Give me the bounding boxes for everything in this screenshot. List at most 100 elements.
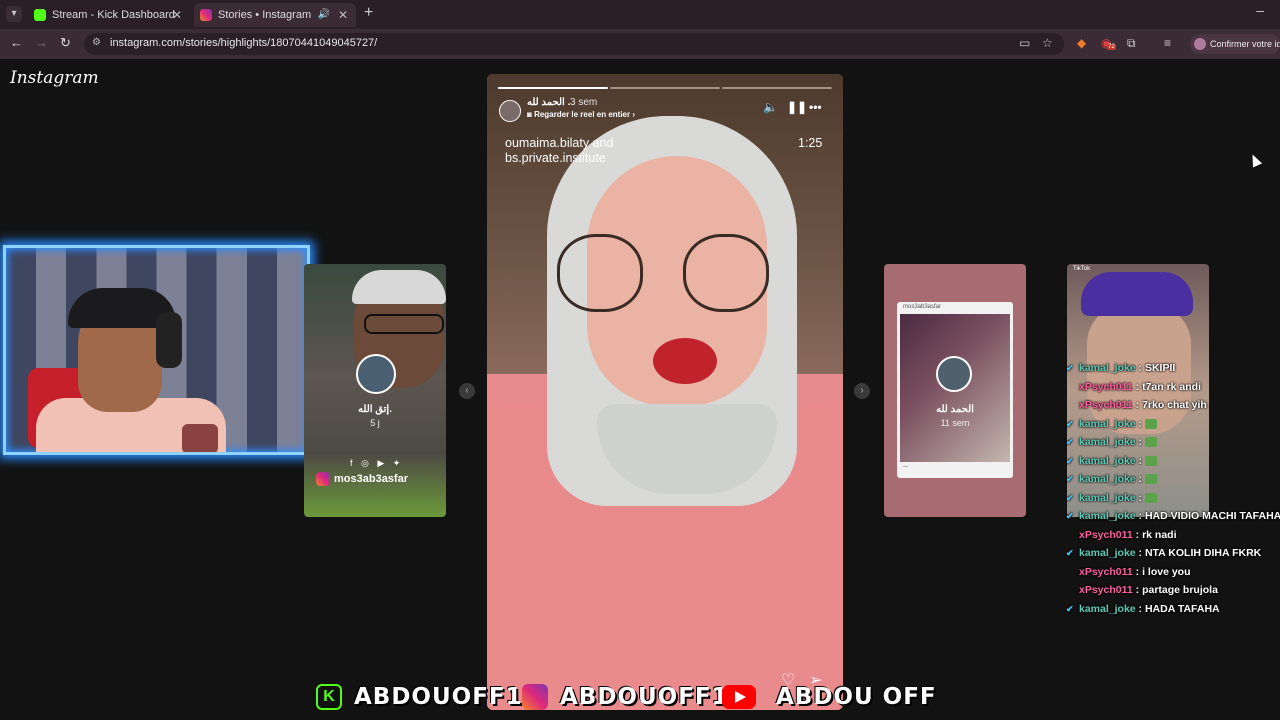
collab-line-1: oumaima.bilaty and <box>505 136 614 150</box>
chat-message: ✔ kamal_joke : <box>1066 473 1280 492</box>
tab-kick-dashboard[interactable]: Stream - Kick Dashboard ✕ <box>28 3 190 27</box>
close-tab-icon[interactable]: ✕ <box>338 3 348 27</box>
chat-text: SKIPII <box>1144 362 1176 374</box>
verified-badge-icon: ✔ <box>1066 363 1074 373</box>
story-progress-3 <box>722 87 832 89</box>
chat-username[interactable]: kamal_joke <box>1079 547 1136 559</box>
shared-post-username: mos3ab3asfar <box>903 304 942 310</box>
kick-handle: ABDOUOFF1 <box>354 684 523 710</box>
audio-playing-icon[interactable]: 🔊 <box>318 3 330 27</box>
card-photo-glasses <box>364 314 444 334</box>
next-story-arrow-icon[interactable]: › <box>854 383 870 399</box>
chat-separator: : <box>1135 473 1145 485</box>
chat-username[interactable]: kamal_joke <box>1079 473 1136 485</box>
story-progress-2 <box>610 87 720 89</box>
story-card-name: إتق الله. <box>358 404 392 415</box>
bookmark-star-icon[interactable]: ☆ <box>1042 36 1053 50</box>
new-tab-button[interactable]: + <box>364 4 373 22</box>
chevron-right-icon: › <box>630 110 635 119</box>
profile-button[interactable]: Confirmer votre ide <box>1190 34 1280 54</box>
instagram-logo[interactable]: Instagram <box>10 68 99 88</box>
chat-text: HADA TAFAHA <box>1144 602 1220 615</box>
kick-icon: K <box>316 684 342 710</box>
reel-duration: 1:25 <box>798 136 823 150</box>
story-user-avatar[interactable] <box>499 100 521 122</box>
verified-badge-icon: ✔ <box>1066 437 1074 447</box>
previous-story-arrow-icon[interactable]: ‹ <box>459 383 475 399</box>
chat-message: ✔ kamal_joke : <box>1066 436 1280 455</box>
verified-badge-icon: ✔ <box>1066 511 1074 521</box>
verified-badge-icon: ✔ <box>1066 492 1074 503</box>
chat-message: ✔ kamal_joke : <box>1066 492 1280 511</box>
more-options-icon[interactable]: ••• <box>809 100 822 114</box>
reading-list-icon[interactable]: ≡ <box>1164 36 1171 50</box>
tab-title: Stream - Kick Dashboard <box>52 9 175 21</box>
browser-toolbar: ← → ↻ ⚙ instagram.com/stories/highlights… <box>0 29 1280 59</box>
chat-username[interactable]: kamal_joke <box>1079 418 1136 430</box>
url-text[interactable]: instagram.com/stories/highlights/1807044… <box>110 37 377 49</box>
tab-instagram-stories[interactable]: Stories • Instagram 🔊 ✕ <box>194 3 356 27</box>
mouse-cursor-icon <box>1247 152 1263 168</box>
close-tab-icon[interactable]: ✕ <box>172 3 182 27</box>
youtube-handle: ABDOU OFF <box>776 684 937 710</box>
chat-username[interactable]: xPsych011 <box>1079 399 1133 411</box>
chat-message: xPsych011 : t7an rk andi <box>1066 381 1280 400</box>
chat-separator: : <box>1135 436 1145 448</box>
chat-username[interactable]: kamal_joke <box>1079 436 1136 448</box>
extension-icon[interactable]: ◆ <box>1077 36 1086 50</box>
verified-badge-icon: ✔ <box>1066 548 1074 558</box>
shared-post-caption: — <box>903 464 908 470</box>
collab-line-2: bs.private.institute <box>505 151 606 165</box>
chat-username[interactable]: kamal_joke <box>1079 362 1136 374</box>
story-card-next[interactable]: mos3ab3asfar — الحمد لله 11 sem <box>884 264 1026 517</box>
instagram-handle: ABDOUOFF1 <box>560 684 729 710</box>
address-bar[interactable]: ⚙ instagram.com/stories/highlights/18070… <box>84 33 1064 55</box>
chat-username[interactable]: xPsych011 <box>1079 566 1133 578</box>
chat-message: xPsych011 : 7rko chat yih <box>1066 399 1280 418</box>
chat-text: partage brujola <box>1142 584 1218 596</box>
watch-full-reel-link[interactable]: ◙ Regarder le reel en entier › <box>527 110 635 119</box>
chat-username[interactable]: xPsych011 <box>1079 381 1133 393</box>
chat-separator: : <box>1135 454 1145 467</box>
story-card-previous[interactable]: إتق الله. 5 j f ◎ ▶ ✦ mos3ab3asfar <box>304 264 446 517</box>
site-info-icon[interactable]: ⚙ <box>92 37 101 48</box>
story-username[interactable]: الحمد لله . <box>527 97 570 108</box>
chat-username[interactable]: xPsych011 <box>1079 529 1133 541</box>
chat-username[interactable]: kamal_joke <box>1079 492 1136 504</box>
minimize-window-button[interactable]: – <box>1256 2 1264 18</box>
story-avatar <box>356 354 396 394</box>
chat-username[interactable]: kamal_joke <box>1079 455 1136 467</box>
story-progress-1 <box>498 87 608 89</box>
volume-icon[interactable]: 🔈 <box>763 100 778 114</box>
stream-chat: ✔ kamal_joke : SKIPII xPsych011 : t7an rk … <box>1066 362 1280 621</box>
chat-separator: : <box>1135 491 1145 504</box>
verified-badge-icon: ✔ <box>1066 474 1074 484</box>
forward-arrow-icon[interactable]: → <box>35 35 48 50</box>
tab-search-icon[interactable]: ▾ <box>6 6 22 22</box>
story-card-time: 11 sem <box>940 418 970 428</box>
chat-emote-icon <box>1144 474 1157 485</box>
chat-text: NTA KOLIH DIHA FKRK <box>1144 547 1262 559</box>
headset <box>156 312 182 368</box>
chat-username[interactable]: kamal_joke <box>1079 510 1136 522</box>
pause-icon[interactable]: ❚❚ <box>787 100 807 114</box>
story-progress-fill <box>498 87 608 89</box>
card-photo-bandana <box>1081 272 1193 316</box>
chat-separator: : <box>1135 510 1145 522</box>
chat-username[interactable]: kamal_joke <box>1079 603 1136 615</box>
social-icons: f ◎ ▶ ✦ <box>350 458 404 468</box>
story-card-name: الحمد لله <box>936 404 974 415</box>
chat-message: ✔ kamal_joke : NTA KOLIH DIHA FKRK <box>1066 547 1280 566</box>
verified-badge-icon: ✔ <box>1066 455 1074 466</box>
back-arrow-icon[interactable]: ← <box>10 35 23 50</box>
chat-separator: : <box>1132 399 1143 411</box>
card-brand-text: mos3ab3asfar <box>334 472 408 485</box>
active-story[interactable]: الحمد لله . 3 sem ◙ Regarder le reel en … <box>487 74 843 710</box>
browser-tab-bar: ▾ Stream - Kick Dashboard ✕ Stories • In… <box>0 0 1280 29</box>
chat-username[interactable]: xPsych011 <box>1079 584 1133 596</box>
extensions-puzzle-icon[interactable]: ⧉ <box>1127 36 1136 51</box>
cast-icon[interactable]: ▭ <box>1019 36 1030 50</box>
reload-icon[interactable]: ↻ <box>60 35 71 51</box>
chat-message: ✔ kamal_joke : SKIPII <box>1066 362 1280 381</box>
chat-text: rk nadi <box>1142 528 1177 541</box>
